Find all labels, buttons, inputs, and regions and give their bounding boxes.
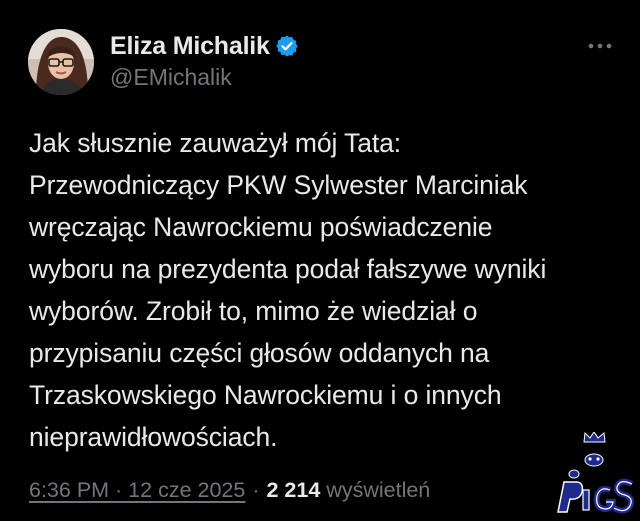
tweet-meta: 6:36 PM · 12 cze 2025 · 2 214 wyświetleń (29, 478, 430, 503)
views-count: 2 214 (266, 478, 321, 502)
watermark-logo (550, 431, 636, 516)
tweet-timestamp-link[interactable]: 6:36 PM · 12 cze 2025 (29, 478, 245, 503)
tweet-text: Jak słusznie zauważył mój Tata: Przewodn… (29, 128, 547, 452)
author-display-name[interactable]: Eliza Michalik (110, 32, 270, 61)
author-name-row[interactable]: Eliza Michalik (110, 30, 299, 62)
meta-separator: · (252, 478, 260, 502)
views-label: wyświetleń (326, 478, 431, 502)
avatar[interactable] (28, 29, 94, 95)
author-handle[interactable]: @EMichalik (110, 64, 232, 91)
verified-badge-icon[interactable] (275, 34, 299, 58)
avatar-image (28, 29, 94, 95)
more-options-icon[interactable] (586, 36, 614, 56)
